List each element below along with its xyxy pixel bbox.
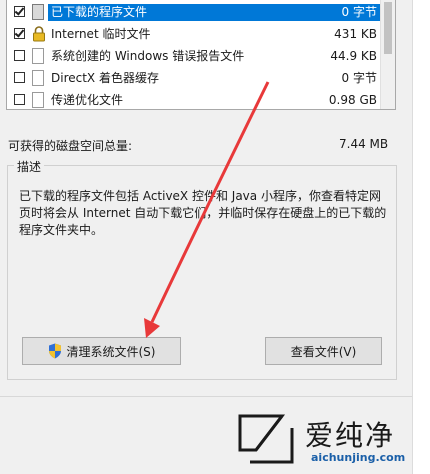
view-files-label: 查看文件(V) <box>290 344 357 359</box>
file-size: 0 字节 <box>291 4 381 21</box>
checkbox[interactable] <box>14 6 25 17</box>
description-title: 描述 <box>14 158 45 175</box>
list-item[interactable]: 系统创建的 Windows 错误报告文件 44.9 KB <box>7 46 381 67</box>
checkbox[interactable] <box>14 28 25 39</box>
clean-system-files-button[interactable]: 清理系统文件(S) <box>22 337 181 365</box>
file-size: 44.9 KB <box>330 49 377 63</box>
description-text: 已下载的程序文件包括 ActiveX 控件和 Java 小程序，你查看特定网页时… <box>19 189 387 237</box>
file-icon <box>32 70 44 86</box>
file-name: 系统创建的 Windows 错误报告文件 <box>51 49 245 63</box>
file-list[interactable]: 已下载的程序文件 0 字节 Internet 临时文件 431 KB 系统创建的… <box>6 0 396 110</box>
file-size: 431 KB <box>334 27 377 41</box>
checkbox[interactable] <box>14 94 25 105</box>
file-icon <box>32 92 44 108</box>
list-item[interactable]: Internet 临时文件 431 KB <box>7 24 381 45</box>
window-edge <box>412 0 430 474</box>
file-icon <box>32 48 44 64</box>
watermark-text: 爱纯净 <box>305 419 396 452</box>
shield-icon <box>48 343 61 359</box>
checkbox[interactable] <box>14 72 25 83</box>
disk-space-value: 7.44 MB <box>339 137 389 151</box>
lock-icon <box>33 26 45 42</box>
view-files-button[interactable]: 查看文件(V) <box>265 337 382 365</box>
disk-space-label: 可获得的磁盘空间总量: <box>8 139 133 153</box>
file-name: Internet 临时文件 <box>51 27 151 41</box>
list-item[interactable]: DirectX 着色器缓存 0 字节 <box>7 68 381 89</box>
scrollbar-thumb[interactable] <box>384 2 392 54</box>
list-item[interactable]: 传递优化文件 0.98 GB <box>7 90 381 109</box>
divider <box>0 396 430 397</box>
file-name: 传递优化文件 <box>51 93 124 107</box>
folder-file-icon <box>32 4 44 20</box>
list-item[interactable]: 已下载的程序文件 0 字节 <box>7 2 381 23</box>
list-scrollbar[interactable] <box>380 0 395 109</box>
watermark-url: aichunjing.com <box>311 451 406 464</box>
watermark-logo-icon <box>238 414 294 464</box>
file-size: 0.98 GB <box>328 93 377 107</box>
checkbox[interactable] <box>14 50 25 61</box>
clean-system-files-label: 清理系统文件(S) <box>66 344 156 359</box>
file-size: 0 字节 <box>341 71 377 85</box>
file-name: DirectX 着色器缓存 <box>51 71 159 85</box>
